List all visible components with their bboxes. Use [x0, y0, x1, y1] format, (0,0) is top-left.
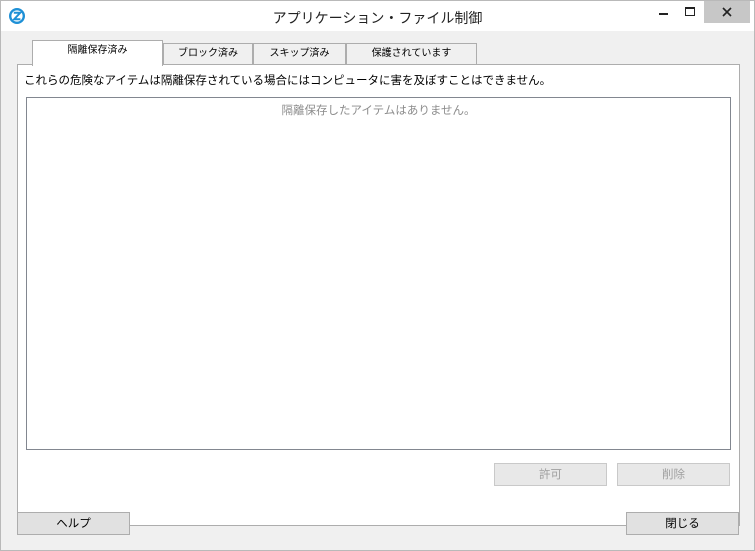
maximize-button[interactable]	[677, 1, 703, 23]
delete-button[interactable]: 削除	[617, 463, 730, 486]
maximize-icon	[685, 7, 695, 16]
tab-protected[interactable]: 保護されています	[346, 43, 477, 65]
window-title: アプリケーション・ファイル制御	[272, 11, 483, 27]
close-window-button[interactable]	[704, 1, 750, 23]
empty-list-message: 隔離保存したアイテムはありません。	[281, 103, 476, 117]
minimize-button[interactable]	[651, 1, 677, 23]
tab-skipped[interactable]: スキップ済み	[253, 43, 346, 65]
quarantine-item-list[interactable]: 隔離保存したアイテムはありません。	[26, 97, 731, 450]
minimize-icon	[659, 13, 668, 15]
title-bar[interactable]: アプリケーション・ファイル制御	[1, 1, 754, 31]
allow-button[interactable]: 許可	[494, 463, 607, 486]
close-button[interactable]: 閉じる	[626, 512, 739, 535]
close-icon	[722, 7, 732, 17]
dialog-client-area: 隔離保存済み ブロック済み スキップ済み 保護されています これらの危険なアイテ…	[8, 31, 749, 545]
help-button[interactable]: ヘルプ	[17, 512, 130, 535]
tab-blocked[interactable]: ブロック済み	[163, 43, 253, 65]
quarantine-panel: これらの危険なアイテムは隔離保存されている場合にはコンピュータに害を及ぼすことは…	[17, 64, 740, 526]
panel-description: これらの危険なアイテムは隔離保存されている場合にはコンピュータに害を及ぼすことは…	[24, 73, 552, 87]
tab-quarantined[interactable]: 隔離保存済み	[32, 40, 163, 66]
application-file-control-window: アプリケーション・ファイル制御 隔離保存済み ブロック済み スキップ済み 保護さ…	[0, 0, 755, 551]
